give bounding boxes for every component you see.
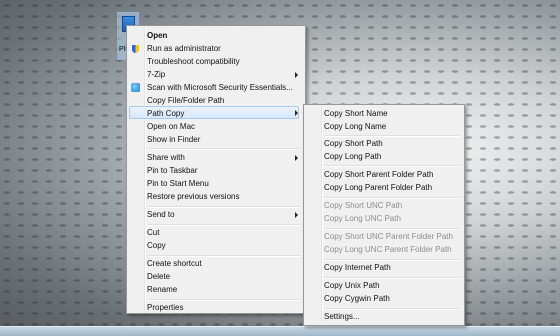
submenu-item-copy-long-parent-folder-path[interactable]: Copy Long Parent Folder Path [324, 181, 432, 194]
menu-separator [147, 148, 301, 150]
submenu-item-settings[interactable]: Settings... [324, 310, 360, 323]
path-copy-submenu: Copy Short Name Copy Long Name Copy Shor… [303, 104, 465, 326]
submenu-item-copy-short-path[interactable]: Copy Short Path [324, 137, 383, 150]
menu-gutter-divider [144, 28, 146, 311]
submenu-arrow-icon [295, 155, 298, 161]
menu-item-troubleshoot-compatibility[interactable]: Troubleshoot compatibility [147, 55, 240, 68]
submenu-arrow-icon [295, 72, 298, 78]
menu-item-delete[interactable]: Delete [147, 270, 170, 283]
submenu-item-copy-cygwin-path[interactable]: Copy Cygwin Path [324, 292, 390, 305]
submenu-item-copy-short-parent-folder-path[interactable]: Copy Short Parent Folder Path [324, 168, 433, 181]
menu-item-open[interactable]: Open [147, 29, 167, 42]
menu-separator [324, 165, 460, 167]
context-menu: Open Run as administrator Troubleshoot c… [126, 25, 306, 314]
submenu-item-copy-internet-path[interactable]: Copy Internet Path [324, 261, 391, 274]
submenu-arrow-icon [295, 110, 298, 116]
uac-shield-icon [132, 45, 139, 53]
menu-item-show-in-finder[interactable]: Show in Finder [147, 133, 200, 146]
submenu-arrow-icon [295, 212, 298, 218]
menu-item-run-as-administrator[interactable]: Run as administrator [147, 42, 221, 55]
menu-item-rename[interactable]: Rename [147, 283, 177, 296]
submenu-item-copy-short-name[interactable]: Copy Short Name [324, 107, 388, 120]
submenu-item-copy-long-path[interactable]: Copy Long Path [324, 150, 381, 163]
menu-separator [147, 224, 301, 226]
submenu-item-copy-unix-path[interactable]: Copy Unix Path [324, 279, 380, 292]
menu-item-share-with[interactable]: Share with [147, 151, 185, 164]
menu-item-pin-to-taskbar[interactable]: Pin to Taskbar [147, 164, 198, 177]
menu-item-send-to[interactable]: Send to [147, 208, 175, 221]
submenu-item-copy-long-name[interactable]: Copy Long Name [324, 120, 386, 133]
submenu-item-copy-long-unc-parent-folder-path[interactable]: Copy Long UNC Parent Folder Path [324, 243, 452, 256]
menu-item-scan-mse[interactable]: Scan with Microsoft Security Essentials.… [147, 81, 293, 94]
menu-item-pin-to-start-menu[interactable]: Pin to Start Menu [147, 177, 209, 190]
menu-gutter-divider [321, 107, 323, 323]
menu-item-path-copy[interactable]: Path Copy [129, 106, 299, 119]
menu-item-open-on-mac[interactable]: Open on Mac [147, 120, 195, 133]
menu-item-copy[interactable]: Copy [147, 239, 166, 252]
security-essentials-icon [131, 83, 140, 92]
menu-item-7zip[interactable]: 7-Zip [147, 68, 165, 81]
menu-item-cut[interactable]: Cut [147, 226, 159, 239]
menu-item-properties[interactable]: Properties [147, 301, 183, 314]
menu-item-restore-previous-versions[interactable]: Restore previous versions [147, 190, 239, 203]
submenu-item-copy-short-unc-parent-folder-path[interactable]: Copy Short UNC Parent Folder Path [324, 230, 453, 243]
submenu-item-copy-short-unc-path[interactable]: Copy Short UNC Path [324, 199, 402, 212]
submenu-item-copy-long-unc-path[interactable]: Copy Long UNC Path [324, 212, 401, 225]
menu-item-create-shortcut[interactable]: Create shortcut [147, 257, 202, 270]
